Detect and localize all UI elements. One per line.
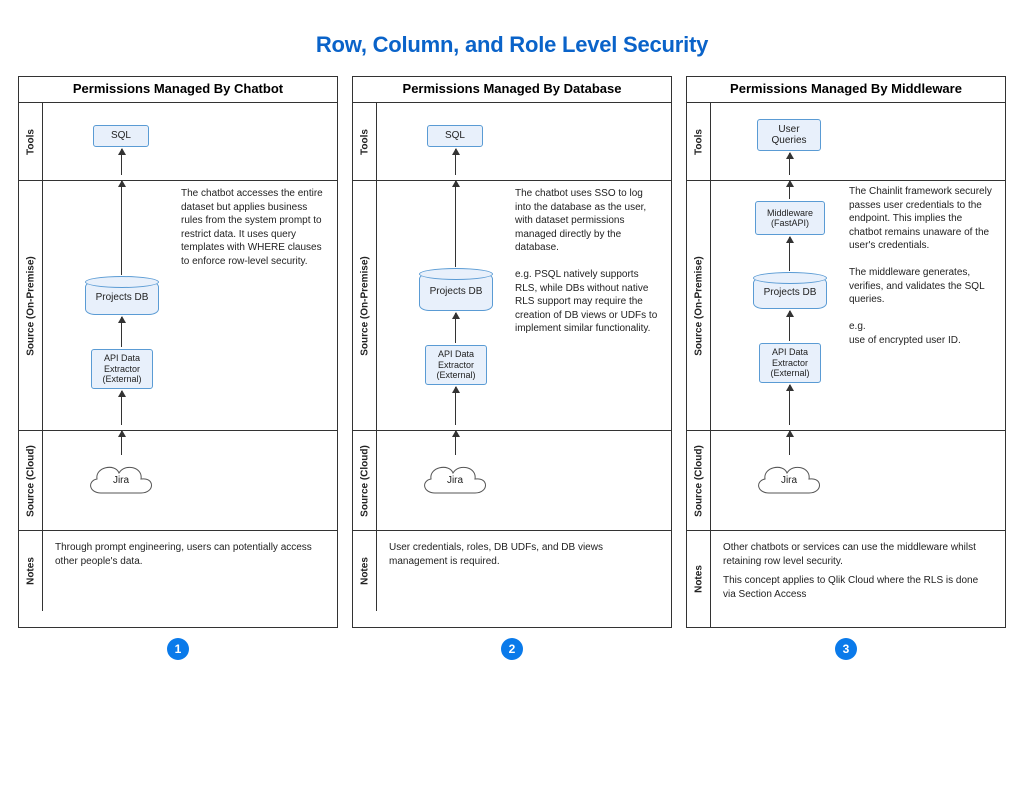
row-tools: Tools User Queries <box>687 103 1005 181</box>
arrow-up-icon <box>121 181 122 275</box>
arrow-up-icon <box>789 431 790 455</box>
lane-label-notes: Notes <box>19 531 43 611</box>
arrow-up-icon <box>455 149 456 175</box>
arrow-up-icon <box>121 149 122 175</box>
panel-title: Permissions Managed By Database <box>353 77 671 103</box>
cloud-node: Jira <box>749 457 829 503</box>
arrow-up-icon <box>789 181 790 199</box>
arrow-up-icon <box>789 311 790 341</box>
arrow-up-icon <box>789 385 790 425</box>
panels-container: Permissions Managed By Chatbot Tools SQL… <box>0 76 1024 628</box>
tools-node: SQL <box>427 125 483 147</box>
row-cloud: Source (Cloud) Jira <box>687 431 1005 531</box>
notes-text: Through prompt engineering, users can po… <box>55 541 325 568</box>
notes-text: User credentials, roles, DB UDFs, and DB… <box>389 541 659 568</box>
row-notes: Notes Other chatbots or services can use… <box>687 531 1005 627</box>
panel-number-badge: 1 <box>167 638 189 660</box>
tools-node: SQL <box>93 125 149 147</box>
projects-db-node: Projects DB <box>419 273 493 311</box>
lane-label-onprem: Source (On-Premise) <box>353 181 377 430</box>
lane-label-notes: Notes <box>687 531 711 627</box>
lane-label-onprem: Source (On-Premise) <box>19 181 43 430</box>
lane-label-tools: Tools <box>687 103 711 180</box>
api-extractor-node: API Data Extractor (External) <box>425 345 487 385</box>
badge-row: 1 2 3 <box>0 628 1024 660</box>
middleware-node: Middleware (FastAPI) <box>755 201 825 235</box>
arrow-up-icon <box>455 181 456 267</box>
cloud-node: Jira <box>415 457 495 503</box>
arrow-up-icon <box>789 237 790 271</box>
lane-label-cloud: Source (Cloud) <box>353 431 377 530</box>
row-cloud: Source (Cloud) Jira <box>19 431 337 531</box>
arrow-up-icon <box>121 391 122 425</box>
lane-label-onprem: Source (On-Premise) <box>687 181 711 430</box>
panel-middleware: Permissions Managed By Middleware Tools … <box>686 76 1006 628</box>
panel-number-badge: 3 <box>835 638 857 660</box>
cloud-node: Jira <box>81 457 161 503</box>
onprem-desc: The chatbot uses SSO to log into the dat… <box>515 187 661 336</box>
onprem-desc: The chatbot accesses the entire dataset … <box>181 187 327 268</box>
lane-label-cloud: Source (Cloud) <box>687 431 711 530</box>
projects-db-node: Projects DB <box>753 277 827 309</box>
arrow-up-icon <box>455 313 456 343</box>
cloud-label: Jira <box>415 457 495 503</box>
row-cloud: Source (Cloud) Jira <box>353 431 671 531</box>
panel-title: Permissions Managed By Middleware <box>687 77 1005 103</box>
arrow-up-icon <box>121 317 122 347</box>
panel-chatbot: Permissions Managed By Chatbot Tools SQL… <box>18 76 338 628</box>
lane-label-tools: Tools <box>19 103 43 180</box>
lane-label-cloud: Source (Cloud) <box>19 431 43 530</box>
row-onprem: Source (On-Premise) Projects DB API Data… <box>353 181 671 431</box>
notes-text: Other chatbots or services can use the m… <box>723 541 993 568</box>
row-tools: Tools SQL <box>353 103 671 181</box>
page-title: Row, Column, and Role Level Security <box>0 32 1024 58</box>
arrow-up-icon <box>455 387 456 425</box>
row-onprem: Source (On-Premise) Middleware (FastAPI)… <box>687 181 1005 431</box>
row-notes: Notes User credentials, roles, DB UDFs, … <box>353 531 671 611</box>
lane-label-tools: Tools <box>353 103 377 180</box>
panel-number-badge: 2 <box>501 638 523 660</box>
projects-db-node: Projects DB <box>85 281 159 315</box>
arrow-up-icon <box>121 431 122 455</box>
cloud-label: Jira <box>749 457 829 503</box>
api-extractor-node: API Data Extractor (External) <box>91 349 153 389</box>
notes-text: This concept applies to Qlik Cloud where… <box>723 574 993 601</box>
arrow-up-icon <box>455 431 456 455</box>
panel-database: Permissions Managed By Database Tools SQ… <box>352 76 672 628</box>
arrow-up-icon <box>789 153 790 175</box>
lane-label-notes: Notes <box>353 531 377 611</box>
api-extractor-node: API Data Extractor (External) <box>759 343 821 383</box>
cloud-label: Jira <box>81 457 161 503</box>
row-notes: Notes Through prompt engineering, users … <box>19 531 337 611</box>
onprem-desc: The Chainlit framework securely passes u… <box>849 185 995 347</box>
tools-node: User Queries <box>757 119 821 151</box>
row-onprem: Source (On-Premise) Projects DB API Data… <box>19 181 337 431</box>
panel-title: Permissions Managed By Chatbot <box>19 77 337 103</box>
row-tools: Tools SQL <box>19 103 337 181</box>
